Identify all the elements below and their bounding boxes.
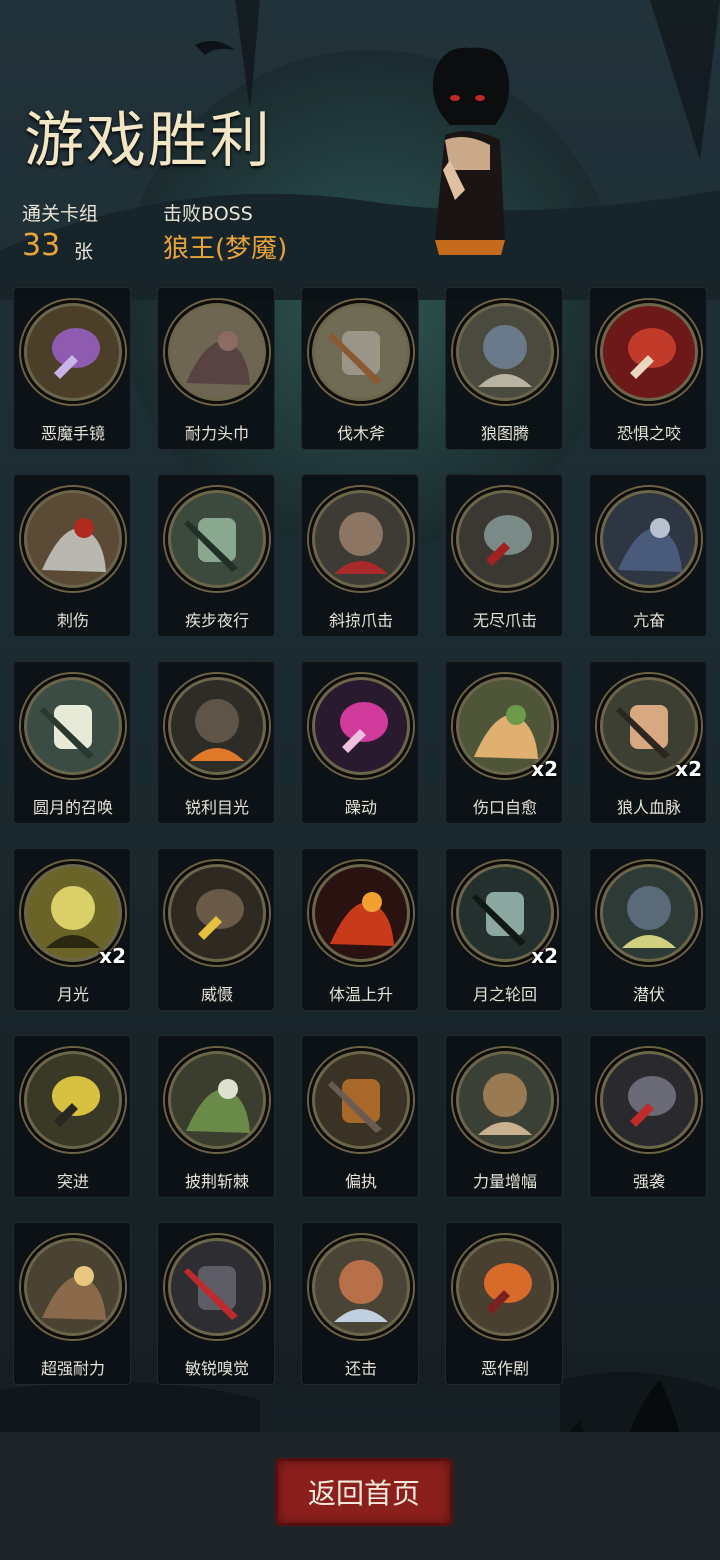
card-name: 躁动 — [344, 798, 377, 817]
card-intimidate[interactable]: 威慑 — [157, 848, 275, 1011]
card-counter-attack[interactable]: 还击 — [301, 1222, 419, 1385]
card-paranoia[interactable]: 偏执 — [301, 1035, 419, 1198]
deck-count: 33 — [22, 228, 61, 263]
paranoia-icon — [309, 1048, 413, 1152]
card-name: 无尽爪击 — [472, 611, 537, 630]
card-full-moon-call[interactable]: 圆月的召唤 — [13, 661, 131, 824]
card-demon-hand-mirror[interactable]: 恶魔手镜 — [13, 287, 131, 450]
card-restless[interactable]: 躁动 — [301, 661, 419, 824]
demon-hand-mirror-icon — [21, 300, 125, 404]
return-home-button[interactable]: 返回首页 — [278, 1461, 450, 1523]
card-lurk[interactable]: 潜伏 — [589, 848, 707, 1011]
card-axe[interactable]: 伐木斧 — [301, 287, 419, 450]
card-name: 恶魔手镜 — [40, 424, 105, 443]
power-boost-icon — [453, 1048, 557, 1152]
endless-claw-icon — [453, 487, 557, 591]
bandana-icon — [165, 300, 269, 404]
frenzy-icon — [597, 487, 701, 591]
stab-icon — [21, 487, 125, 591]
card-count-badge: x2 — [531, 757, 558, 781]
card-werewolf-blood[interactable]: x2 狼人血脉 — [589, 661, 707, 824]
card-wound-heal[interactable]: x2 伤口自愈 — [445, 661, 563, 824]
card-name: 月之轮回 — [472, 985, 537, 1004]
night-run-icon — [165, 487, 269, 591]
keen-smell-icon — [165, 1235, 269, 1339]
card-grid: 恶魔手镜 耐力头巾 伐木斧 狼图腾 恐惧之咬刺伤 疾步夜行 斜掠爪击 无尽爪击 亢奋圆月的召唤 锐… — [13, 287, 713, 1387]
card-prank[interactable]: 恶作剧 — [445, 1222, 563, 1385]
card-stab[interactable]: 刺伤 — [13, 474, 131, 637]
card-name: 恶作剧 — [480, 1359, 529, 1378]
card-slash-claw[interactable]: 斜掠爪击 — [301, 474, 419, 637]
wolf-totem-icon — [453, 300, 557, 404]
card-name: 体温上升 — [328, 985, 393, 1004]
card-moon-cycle[interactable]: x2 月之轮回 — [445, 848, 563, 1011]
card-assault[interactable]: 强袭 — [589, 1035, 707, 1198]
card-charge[interactable]: 突进 — [13, 1035, 131, 1198]
card-count-badge: x2 — [531, 944, 558, 968]
card-fear-bite[interactable]: 恐惧之咬 — [589, 287, 707, 450]
card-name: 强袭 — [632, 1172, 665, 1191]
card-moonlight[interactable]: x2 月光 — [13, 848, 131, 1011]
super-stamina-icon — [21, 1235, 125, 1339]
heat-rise-icon — [309, 861, 413, 965]
counter-attack-icon — [309, 1235, 413, 1339]
card-name: 伐木斧 — [336, 424, 385, 443]
card-name: 潜伏 — [632, 985, 665, 1004]
card-name: 敏锐嗅觉 — [184, 1359, 249, 1378]
boss-name: 狼王(梦魇) — [163, 234, 288, 264]
card-name: 突进 — [56, 1172, 89, 1191]
charge-icon — [21, 1048, 125, 1152]
card-name: 超强耐力 — [40, 1359, 105, 1378]
card-night-run[interactable]: 疾步夜行 — [157, 474, 275, 637]
card-name: 披荆斩棘 — [184, 1172, 249, 1191]
card-name: 狼图腾 — [480, 424, 529, 443]
card-name: 刺伤 — [56, 611, 89, 630]
card-name: 月光 — [56, 985, 89, 1004]
card-heat-rise[interactable]: 体温上升 — [301, 848, 419, 1011]
card-count-badge: x2 — [675, 757, 702, 781]
card-blade-thorns[interactable]: 披荆斩棘 — [157, 1035, 275, 1198]
card-count-badge: x2 — [99, 944, 126, 968]
page-title: 游戏胜利 — [24, 106, 272, 176]
card-name: 还击 — [344, 1359, 377, 1378]
assault-icon — [597, 1048, 701, 1152]
card-name: 亢奋 — [632, 611, 665, 630]
card-power-boost[interactable]: 力量增幅 — [445, 1035, 563, 1198]
card-wolf-totem[interactable]: 狼图腾 — [445, 287, 563, 450]
card-name: 伤口自愈 — [472, 798, 537, 817]
card-name: 斜掠爪击 — [328, 611, 393, 630]
card-name: 恐惧之咬 — [616, 424, 681, 443]
restless-icon — [309, 674, 413, 778]
result-header: 游戏胜利 通关卡组 33 张 击败BOSS 狼王(梦魇) — [0, 0, 720, 275]
card-name: 耐力头巾 — [184, 424, 249, 443]
sharp-gaze-icon — [165, 674, 269, 778]
card-name: 锐利目光 — [184, 798, 249, 817]
card-name: 疾步夜行 — [184, 611, 249, 630]
deck-unit: 张 — [74, 241, 94, 263]
prank-icon — [453, 1235, 557, 1339]
blade-thorns-icon — [165, 1048, 269, 1152]
card-name: 狼人血脉 — [616, 798, 681, 817]
slash-claw-icon — [309, 487, 413, 591]
axe-icon — [309, 300, 413, 404]
intimidate-icon — [165, 861, 269, 965]
card-sharp-gaze[interactable]: 锐利目光 — [157, 661, 275, 824]
full-moon-call-icon — [21, 674, 125, 778]
boss-label: 击败BOSS — [163, 203, 253, 225]
card-endless-claw[interactable]: 无尽爪击 — [445, 474, 563, 637]
card-name: 偏执 — [344, 1172, 377, 1191]
deck-label: 通关卡组 — [22, 203, 99, 225]
card-keen-smell[interactable]: 敏锐嗅觉 — [157, 1222, 275, 1385]
fear-bite-icon — [597, 300, 701, 404]
card-bandana[interactable]: 耐力头巾 — [157, 287, 275, 450]
card-name: 威慑 — [200, 985, 233, 1004]
hero-character-icon — [432, 47, 510, 255]
card-name: 力量增幅 — [472, 1172, 537, 1191]
lurk-icon — [597, 861, 701, 965]
card-frenzy[interactable]: 亢奋 — [589, 474, 707, 637]
card-super-stamina[interactable]: 超强耐力 — [13, 1222, 131, 1385]
card-name: 圆月的召唤 — [32, 798, 113, 817]
